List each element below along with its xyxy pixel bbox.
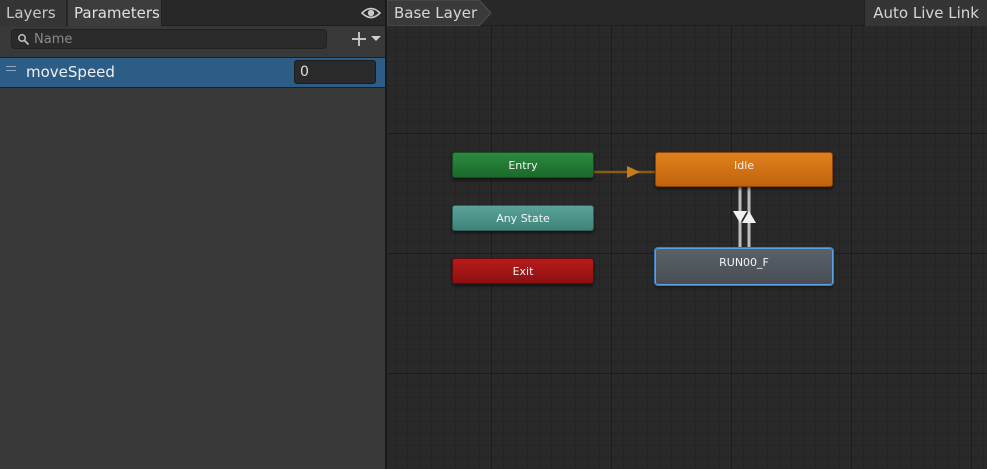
panel-tab-bar: Layers Parameters bbox=[0, 0, 385, 26]
state-run00-f[interactable]: RUN00_F bbox=[655, 248, 833, 285]
add-parameter-button[interactable] bbox=[349, 29, 383, 49]
breadcrumb-base-layer[interactable]: Base Layer bbox=[394, 0, 477, 26]
tab-layers[interactable]: Layers bbox=[0, 0, 67, 26]
graph-header: Base Layer Auto Live Link bbox=[387, 0, 987, 26]
search-input[interactable] bbox=[34, 31, 319, 47]
auto-live-link-button[interactable]: Auto Live Link bbox=[864, 0, 987, 26]
state-idle[interactable]: Idle bbox=[655, 152, 833, 187]
search-icon bbox=[18, 34, 30, 46]
search-row bbox=[0, 26, 385, 56]
breadcrumb[interactable]: Base Layer bbox=[387, 0, 492, 26]
drag-handle-icon[interactable] bbox=[6, 66, 16, 71]
parameter-row[interactable]: moveSpeed bbox=[0, 57, 385, 88]
eye-icon[interactable] bbox=[361, 5, 381, 21]
triangle-down-icon bbox=[371, 36, 381, 41]
state-entry[interactable]: Entry bbox=[452, 152, 594, 178]
state-exit[interactable]: Exit bbox=[452, 258, 594, 284]
parameter-name: moveSpeed bbox=[26, 63, 115, 81]
tab-parameters[interactable]: Parameters bbox=[68, 0, 162, 26]
state-any-state[interactable]: Any State bbox=[452, 205, 594, 231]
search-box[interactable] bbox=[11, 29, 327, 49]
plus-icon bbox=[352, 32, 366, 46]
parameter-value-field[interactable] bbox=[294, 60, 376, 84]
parameters-panel: Layers Parameters moveSpeed bbox=[0, 0, 385, 469]
